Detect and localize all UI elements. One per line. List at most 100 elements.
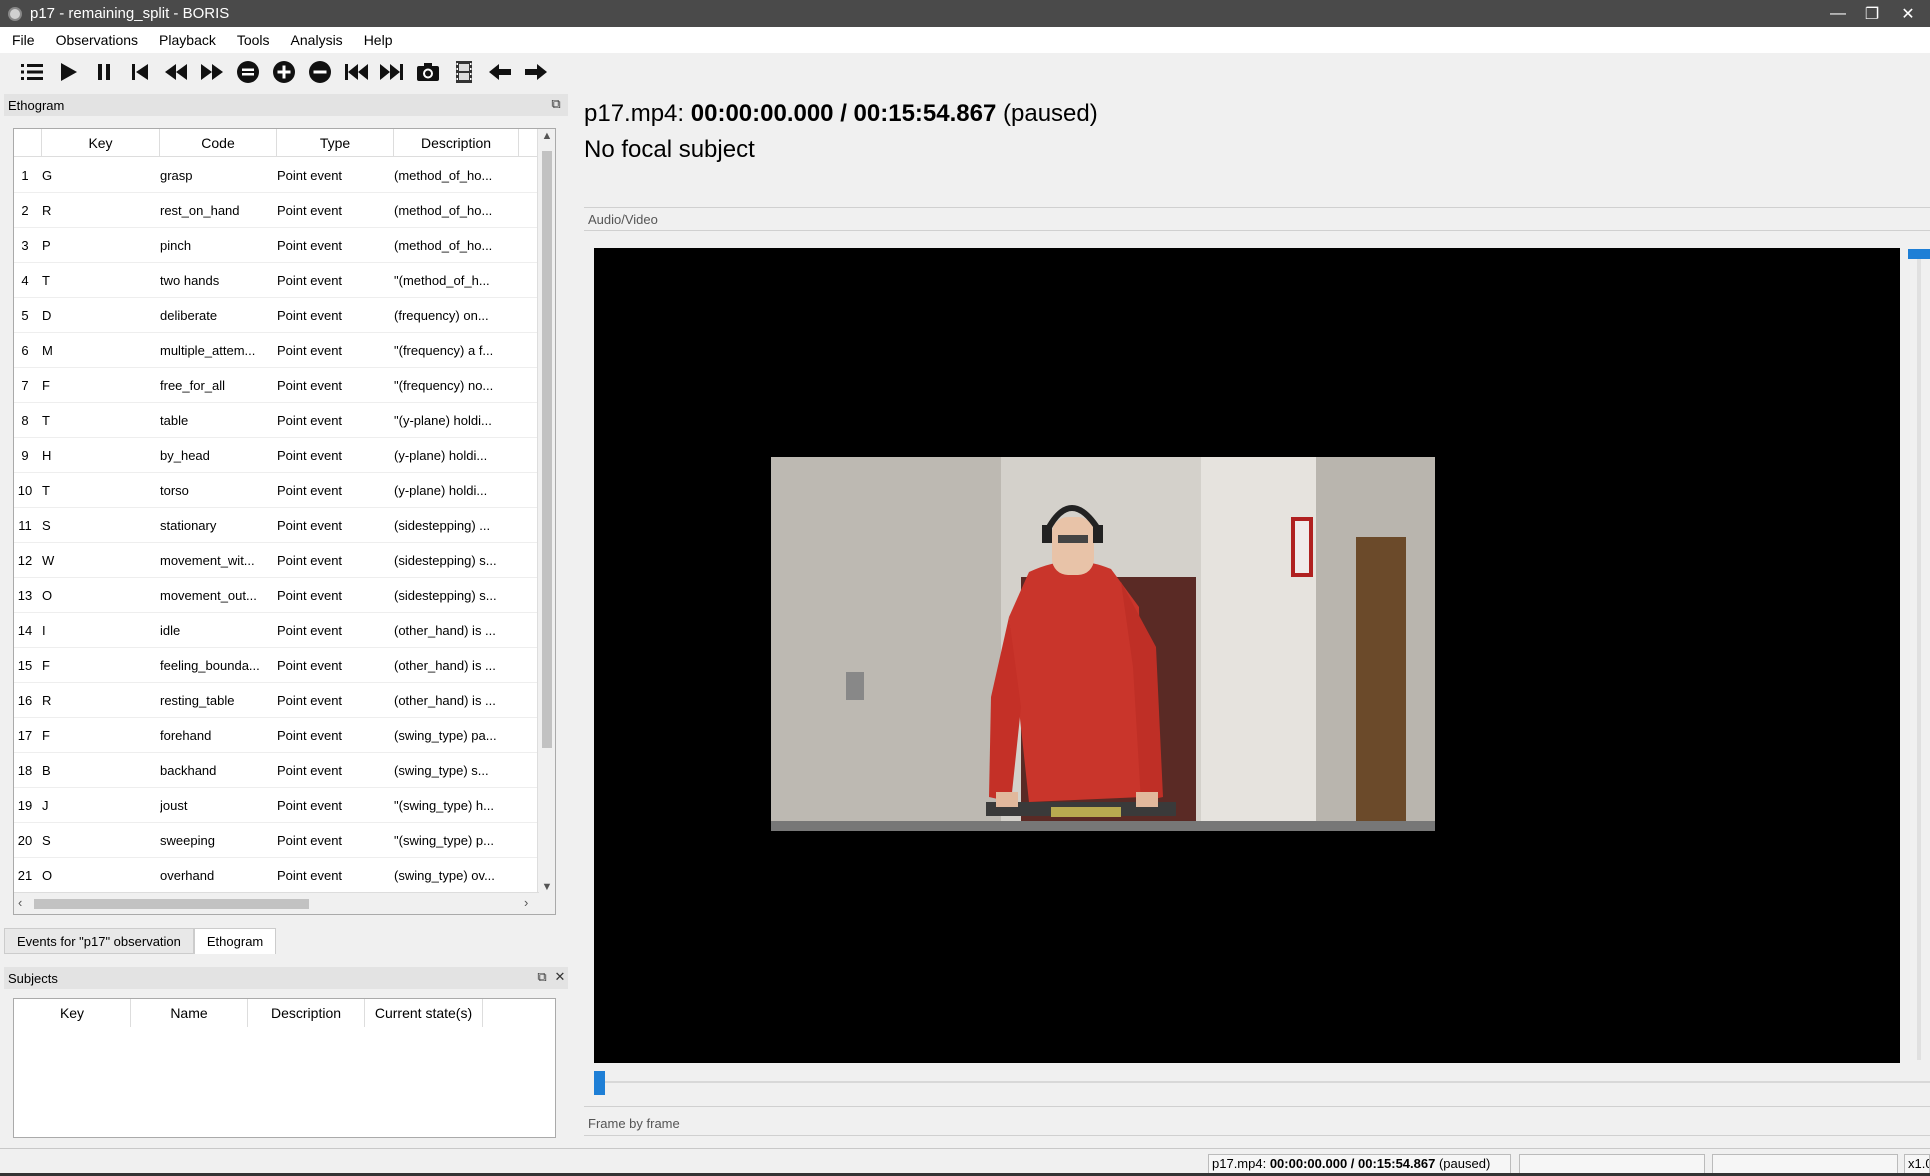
header-key[interactable]: Key (14, 999, 131, 1027)
cell-key: O (42, 868, 53, 883)
vertical-scrollbar[interactable]: ▲ ▼ (537, 129, 555, 914)
ethogram-table: Key Code Type Description 1 Ggrasp Point e… (13, 128, 556, 915)
cell-key: O (42, 588, 53, 603)
speed-reset-icon[interactable] (230, 55, 266, 89)
header-type[interactable]: Type (277, 129, 394, 157)
scroll-up-icon[interactable]: ▲ (538, 130, 555, 148)
speed-up-icon[interactable] (266, 55, 302, 89)
status-media-time: p17.mp4: 00:00:00.000 / 00:15:54.867 (pa… (1208, 1154, 1511, 1174)
row-number: 16 (17, 693, 33, 708)
menu-tools[interactable]: Tools (225, 32, 279, 48)
table-row[interactable]: 5 Ddeliberate Point event (frequency) on... (14, 298, 539, 333)
snapshot-icon[interactable] (410, 55, 446, 89)
header-code[interactable]: Code (160, 129, 277, 157)
table-row[interactable]: 18 Bbackhand Point event (swing_type) s... (14, 753, 539, 788)
cell-key: P (42, 238, 51, 253)
cell-description: "(swing_type) p... (394, 833, 494, 848)
cell-key: H (42, 448, 52, 463)
menu-playback[interactable]: Playback (147, 32, 225, 48)
fast-forward-icon[interactable] (194, 55, 230, 89)
speed-down-icon[interactable] (302, 55, 338, 89)
table-row[interactable]: 20 Ssweeping Point event "(swing_type) p... (14, 823, 539, 858)
undock-icon[interactable]: ⧉ (548, 96, 564, 112)
previous-media-icon[interactable] (338, 55, 374, 89)
rewind-icon[interactable] (158, 55, 194, 89)
scroll-down-icon[interactable]: ▼ (538, 881, 555, 899)
close-icon[interactable]: ✕ (552, 969, 568, 985)
table-row[interactable]: 3 Ppinch Point event (method_of_ho... (14, 228, 539, 263)
toolbar (0, 53, 1930, 91)
volume-track[interactable] (1917, 250, 1921, 1060)
position-slider-track[interactable] (594, 1081, 1930, 1083)
row-number: 3 (21, 238, 29, 253)
cell-type: Point event (277, 343, 343, 358)
menu-file[interactable]: File (0, 32, 44, 48)
row-number: 14 (17, 623, 33, 638)
cell-description: (method_of_ho... (394, 203, 493, 218)
skip-to-start-icon[interactable] (122, 55, 158, 89)
table-row[interactable]: 1 Ggrasp Point event (method_of_ho... (14, 158, 539, 193)
table-row[interactable]: 9 Hby_head Point event (y-plane) holdi... (14, 438, 539, 473)
frame-by-frame-icon[interactable] (446, 55, 482, 89)
table-row[interactable]: 19 Jjoust Point event "(swing_type) h... (14, 788, 539, 823)
volume-handle[interactable] (1908, 249, 1930, 259)
table-row[interactable]: 15 Ffeeling_bounda... Point event (other_ha… (14, 648, 539, 683)
cell-code: forehand (160, 728, 212, 743)
header-description[interactable]: Description (394, 129, 519, 157)
status-state: (paused) (1438, 1156, 1491, 1171)
cell-type: Point event (277, 798, 343, 813)
next-media-icon[interactable] (374, 55, 410, 89)
header-current-states[interactable]: Current state(s) (365, 999, 483, 1027)
cell-code: stationary (160, 518, 217, 533)
table-row[interactable]: 6 Mmultiple_attem... Point event "(frequenc… (14, 333, 539, 368)
cell-key: G (42, 168, 53, 183)
table-row[interactable]: 21 Ooverhand Point event (swing_type) ov... (14, 858, 539, 893)
play-icon[interactable] (50, 55, 86, 89)
menu-observations[interactable]: Observations (44, 32, 147, 48)
player-state: (paused) (1003, 100, 1098, 127)
header-description[interactable]: Description (248, 999, 365, 1027)
cell-type: Point event (277, 518, 343, 533)
cell-type: Point event (277, 728, 343, 743)
horizontal-scroll-thumb[interactable] (34, 899, 309, 909)
status-bar: p17.mp4: 00:00:00.000 / 00:15:54.867 (pa… (0, 1148, 1930, 1176)
row-number: 11 (18, 518, 32, 533)
cell-description: "(swing_type) h... (394, 798, 494, 813)
menu-help[interactable]: Help (352, 32, 402, 48)
table-row[interactable]: 16 Rresting_table Point event (other_hand) … (14, 683, 539, 718)
vertical-scroll-thumb[interactable] (542, 151, 552, 748)
table-row[interactable]: 10 Ttorso Point event (y-plane) holdi... (14, 473, 539, 508)
cell-type: Point event (277, 868, 343, 883)
cell-code: deliberate (160, 308, 218, 323)
table-row[interactable]: 4 Ttwo hands Point event "(method_of_h... (14, 263, 539, 298)
jump-back-icon[interactable] (482, 55, 518, 89)
cell-description: (swing_type) s... (394, 763, 489, 778)
undock-icon[interactable]: ⧉ (534, 969, 550, 985)
scroll-right-icon[interactable]: › (524, 895, 528, 910)
close-button[interactable]: ✕ (1886, 0, 1930, 27)
jump-forward-icon[interactable] (518, 55, 554, 89)
menu-analysis[interactable]: Analysis (279, 32, 352, 48)
table-row[interactable]: 2 Rrest_on_hand Point event (method_of_ho..… (14, 193, 539, 228)
table-row[interactable]: 12 Wmovement_wit... Point event (sidesteppi… (14, 543, 539, 578)
row-number: 1 (21, 168, 29, 183)
pause-icon[interactable] (86, 55, 122, 89)
table-row[interactable]: 13 Omovement_out... Point event (sidesteppi… (14, 578, 539, 613)
header-name[interactable]: Name (131, 999, 248, 1027)
table-row[interactable]: 7 Ffree_for_all Point event "(frequency) no… (14, 368, 539, 403)
position-slider-handle[interactable] (594, 1071, 605, 1095)
tab-events[interactable]: Events for "p17" observation (4, 928, 194, 954)
list-icon[interactable] (14, 55, 50, 89)
cell-type: Point event (277, 168, 343, 183)
cell-type: Point event (277, 483, 343, 498)
table-row[interactable]: 17 Fforehand Point event (swing_type) pa... (14, 718, 539, 753)
table-row[interactable]: 14 Iidle Point event (other_hand) is ... (14, 613, 539, 648)
tab-ethogram[interactable]: Ethogram (193, 928, 277, 954)
horizontal-scrollbar[interactable]: ‹ › (14, 892, 539, 914)
status-field (1519, 1154, 1705, 1174)
table-row[interactable]: 8 Ttable Point event "(y-plane) holdi... (14, 403, 539, 438)
header-key[interactable]: Key (42, 129, 160, 157)
table-row[interactable]: 11 Sstationary Point event (sidestepping) .… (14, 508, 539, 543)
cell-code: table (160, 413, 189, 428)
scroll-left-icon[interactable]: ‹ (18, 895, 22, 910)
